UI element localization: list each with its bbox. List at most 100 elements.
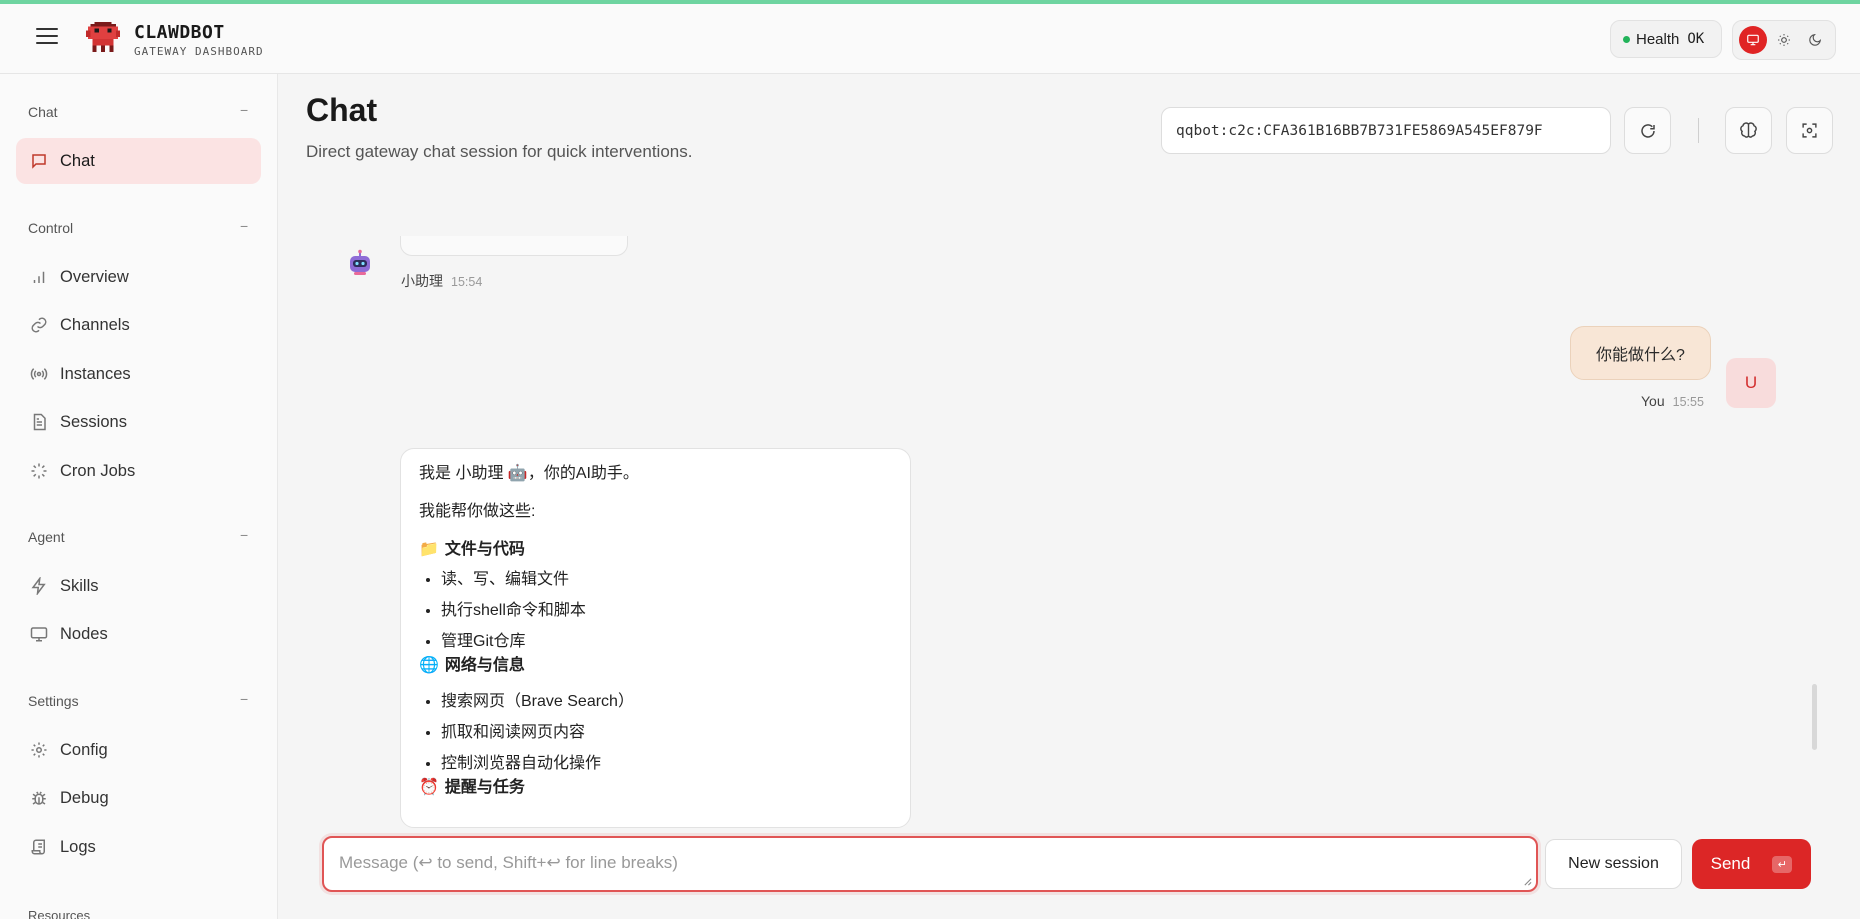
previous-message-bubble (400, 236, 628, 256)
scroll-icon (31, 839, 45, 855)
collapse-control-group[interactable]: − (240, 218, 248, 234)
user-avatar-letter: U (1744, 373, 1758, 392)
sidebar-item-instances[interactable]: Instances (16, 351, 261, 397)
sidebar-item-label: Overview (60, 267, 129, 286)
new-session-button[interactable]: New session (1545, 839, 1682, 889)
link-icon (31, 317, 47, 333)
list-item: 管理Git仓库 (441, 631, 892, 653)
theme-switcher (1732, 20, 1836, 60)
sidebar-item-label: Sessions (60, 412, 127, 431)
sidebar-item-label: Cron Jobs (60, 461, 136, 480)
status-dot-icon (1623, 35, 1630, 43)
sidebar-item-debug[interactable]: Debug (16, 775, 261, 821)
assistant-message-bubble: 我是 小助理 🤖，你的AI助手。 我能帮你做这些: 📁 文件与代码 读、写、编辑… (400, 448, 911, 828)
message-meta: 小助理 15:54 (401, 271, 482, 291)
sender-name: You (1641, 393, 1665, 409)
globe-icon: 🌐 (419, 657, 439, 674)
sidebar-item-label: Debug (60, 788, 109, 807)
resize-handle-icon[interactable] (1523, 877, 1532, 886)
thinking-toggle-button[interactable] (1725, 107, 1772, 154)
clawdbot-logo (86, 22, 120, 52)
refresh-button[interactable] (1624, 107, 1671, 154)
sidebar-item-sessions[interactable]: Sessions (16, 399, 261, 445)
collapse-chat-group[interactable]: − (240, 102, 248, 118)
brand-subtitle: GATEWAY DASHBOARD (134, 45, 264, 58)
page-title: Chat (306, 92, 378, 128)
sidebar-item-chat[interactable]: Chat (16, 138, 261, 184)
bar-chart-icon (33, 271, 45, 283)
refresh-icon (1640, 123, 1655, 138)
collapse-agent-group[interactable]: − (240, 527, 248, 543)
chat-bubble-icon (32, 154, 46, 169)
section-heading: 📁 文件与代码 (419, 539, 892, 561)
sidebar-item-label: Logs (60, 837, 96, 856)
sidebar-item-nodes[interactable]: Nodes (16, 611, 261, 657)
app-header: CLAWDBOT GATEWAY DASHBOARD Health OK (0, 4, 1860, 74)
toolbar-divider (1698, 118, 1699, 143)
session-key-input[interactable] (1161, 107, 1611, 154)
list-item: 控制浏览器自动化操作 (441, 753, 892, 775)
chat-scrollbar[interactable] (1812, 684, 1817, 750)
focus-icon (1802, 123, 1817, 138)
sidebar-item-channels[interactable]: Channels (16, 302, 261, 348)
enter-key-icon: ↵ (1772, 855, 1793, 873)
message-time: 15:55 (1672, 395, 1704, 409)
sidebar-item-skills[interactable]: Skills (16, 563, 261, 609)
sidebar-item-logs[interactable]: Logs (16, 824, 261, 870)
folder-icon: 📁 (419, 541, 439, 558)
sidebar-item-label: Instances (60, 364, 131, 383)
list-item: 搜索网页（Brave Search） (441, 691, 892, 713)
sidebar-item-cron-jobs[interactable]: Cron Jobs (16, 448, 261, 494)
gear-icon (31, 742, 47, 758)
message-input[interactable] (324, 838, 1536, 890)
assistant-lead: 我能帮你做这些: (419, 503, 536, 520)
list-item: 读、写、编辑文件 (441, 569, 892, 591)
sidebar: Chat − Chat Control − Overview Channels … (0, 74, 278, 919)
section-list: 搜索网页（Brave Search） 抓取和阅读网页内容 控制浏览器自动化操作 (419, 691, 892, 775)
user-avatar: U (1726, 358, 1776, 408)
sender-name: 小助理 (401, 273, 443, 289)
list-item: 执行shell命令和脚本 (441, 600, 892, 622)
sidebar-group-settings: Settings (28, 693, 79, 709)
message-time: 15:54 (451, 275, 483, 289)
send-button[interactable]: Send ↵ (1692, 839, 1811, 889)
theme-dark-button[interactable] (1801, 26, 1829, 54)
sidebar-item-overview[interactable]: Overview (16, 254, 261, 300)
section-title: 文件与代码 (444, 541, 525, 558)
health-badge: Health OK (1610, 20, 1722, 58)
radio-icon (30, 368, 48, 380)
theme-light-button[interactable] (1770, 26, 1798, 54)
section-title: 网络与信息 (444, 657, 525, 674)
section-heading: 🌐 网络与信息 (419, 655, 892, 677)
send-label: Send (1710, 854, 1751, 873)
collapse-settings-group[interactable]: − (240, 691, 248, 707)
sidebar-group-control: Control (28, 220, 74, 236)
sidebar-item-label: Skills (60, 576, 99, 595)
health-label: Health (1636, 30, 1680, 48)
section-list: 读、写、编辑文件 执行shell命令和脚本 管理Git仓库 (419, 569, 892, 653)
sidebar-item-label: Channels (60, 315, 130, 334)
sidebar-item-label: Config (60, 740, 108, 759)
sidebar-group-agent: Agent (28, 529, 65, 545)
assistant-intro: 我是 小助理 🤖，你的AI助手。 (419, 465, 639, 482)
moon-icon (1809, 33, 1822, 46)
brand: CLAWDBOT GATEWAY DASHBOARD (134, 22, 264, 58)
zap-icon (31, 577, 46, 595)
health-status: OK (1687, 31, 1705, 47)
theme-system-button[interactable] (1738, 26, 1767, 54)
section-title: 提醒与任务 (444, 779, 525, 796)
menu-toggle-icon[interactable] (36, 28, 58, 46)
sun-icon (1778, 34, 1790, 46)
page-subtitle: Direct gateway chat session for quick in… (306, 142, 693, 161)
sidebar-item-config[interactable]: Config (16, 727, 261, 773)
sidebar-group-resources: Resources (28, 908, 91, 919)
alarm-clock-icon: ⏰ (419, 779, 439, 796)
sidebar-item-label: Nodes (60, 624, 108, 643)
user-message-text: 你能做什么? (1596, 347, 1685, 364)
user-message-meta: You 15:55 (1641, 393, 1704, 409)
focus-mode-button[interactable] (1786, 107, 1833, 154)
monitor-icon (30, 627, 48, 642)
brain-icon (1740, 122, 1757, 138)
message-composer (322, 836, 1538, 892)
section-heading: ⏰ 提醒与任务 (419, 777, 892, 799)
